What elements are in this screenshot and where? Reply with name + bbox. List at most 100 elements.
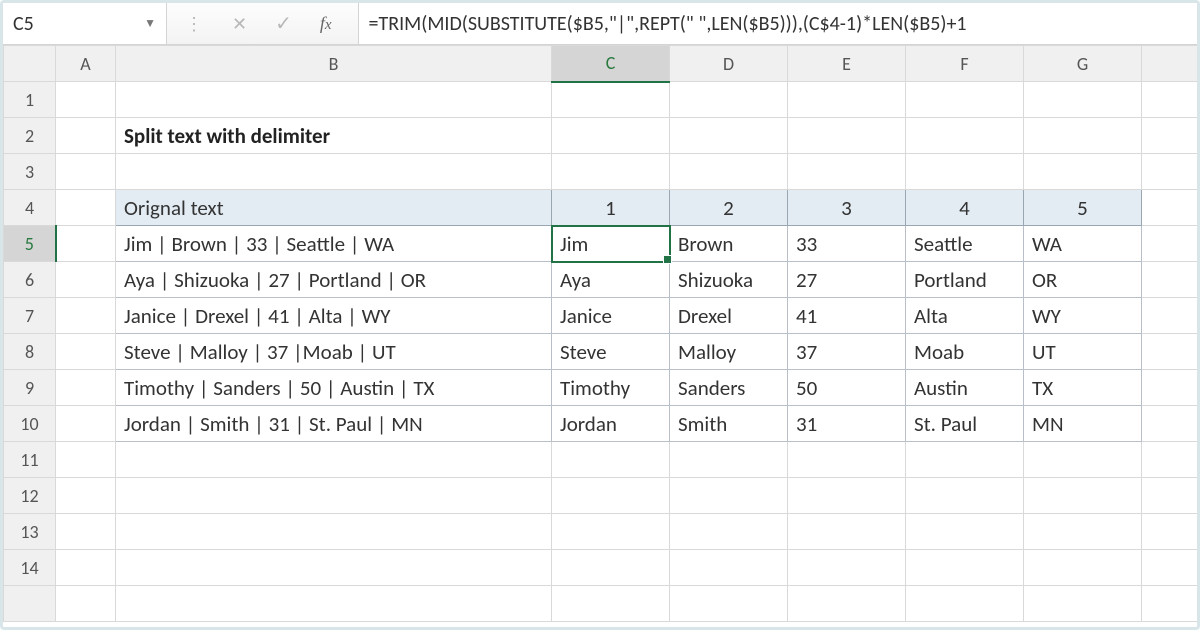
ellipsis-icon[interactable]: ⋮ [185, 13, 204, 35]
cell[interactable] [670, 154, 788, 190]
cell-B6[interactable]: Aya | Shizuoka | 27 | Portland | OR [116, 262, 552, 298]
cell[interactable] [56, 334, 116, 370]
cell-D6[interactable]: Shizuoka [670, 262, 788, 298]
cell[interactable] [670, 478, 788, 514]
worksheet[interactable]: A B C D E F G 1 2 Split text with delimi… [3, 45, 1197, 627]
cell[interactable] [906, 442, 1024, 478]
cell[interactable] [1142, 154, 1198, 190]
cell[interactable] [1142, 550, 1198, 586]
cell[interactable] [116, 478, 552, 514]
cell-D8[interactable]: Malloy [670, 334, 788, 370]
cell[interactable] [552, 514, 670, 550]
table-head-2[interactable]: 2 [670, 190, 788, 226]
table-head-5[interactable]: 5 [1024, 190, 1142, 226]
title-cell[interactable]: Split text with delimiter [116, 118, 552, 154]
cell[interactable] [906, 514, 1024, 550]
cell[interactable] [906, 82, 1024, 118]
cell[interactable] [788, 82, 906, 118]
cell[interactable] [788, 586, 906, 622]
cell-B10[interactable]: Jordan | Smith | 31 | St. Paul | MN [116, 406, 552, 442]
cell[interactable] [670, 442, 788, 478]
cell[interactable] [906, 118, 1024, 154]
row-9[interactable]: 9 [4, 370, 56, 406]
cell-C7[interactable]: Janice [552, 298, 670, 334]
cell[interactable] [56, 298, 116, 334]
row-13[interactable]: 13 [4, 514, 56, 550]
cell[interactable] [788, 154, 906, 190]
cell[interactable] [1024, 550, 1142, 586]
cell[interactable] [906, 550, 1024, 586]
cell-F6[interactable]: Portland [906, 262, 1024, 298]
cell[interactable] [1142, 262, 1198, 298]
cell[interactable] [56, 478, 116, 514]
cell[interactable] [552, 478, 670, 514]
cell-B5[interactable]: Jim | Brown | 33 | Seattle | WA [116, 226, 552, 262]
cell[interactable] [1142, 190, 1198, 226]
cell[interactable] [1142, 82, 1198, 118]
col-F[interactable]: F [906, 46, 1024, 82]
cell[interactable] [906, 478, 1024, 514]
row-7[interactable]: 7 [4, 298, 56, 334]
row-10[interactable]: 10 [4, 406, 56, 442]
cell-F8[interactable]: Moab [906, 334, 1024, 370]
cell[interactable] [670, 550, 788, 586]
cancel-icon[interactable]: ✕ [232, 13, 247, 35]
cell[interactable] [116, 514, 552, 550]
cell-D7[interactable]: Drexel [670, 298, 788, 334]
select-all-corner[interactable] [4, 46, 56, 82]
cell[interactable] [906, 154, 1024, 190]
cell[interactable] [1024, 118, 1142, 154]
cell-G7[interactable]: WY [1024, 298, 1142, 334]
cell-E5[interactable]: 33 [788, 226, 906, 262]
cell[interactable] [56, 550, 116, 586]
cell[interactable] [56, 370, 116, 406]
cell[interactable] [56, 406, 116, 442]
cell-E6[interactable]: 27 [788, 262, 906, 298]
row-8[interactable]: 8 [4, 334, 56, 370]
row-14[interactable]: 14 [4, 550, 56, 586]
cell[interactable] [552, 154, 670, 190]
enter-icon[interactable]: ✓ [275, 11, 292, 36]
cell-D9[interactable]: Sanders [670, 370, 788, 406]
cell-E7[interactable]: 41 [788, 298, 906, 334]
cell-D10[interactable]: Smith [670, 406, 788, 442]
name-box[interactable]: C5 ▼ [3, 3, 167, 44]
cell[interactable] [670, 82, 788, 118]
cell[interactable] [116, 442, 552, 478]
cell-G5[interactable]: WA [1024, 226, 1142, 262]
row-6[interactable]: 6 [4, 262, 56, 298]
cell[interactable] [1142, 118, 1198, 154]
cell[interactable] [552, 442, 670, 478]
cell-C6[interactable]: Aya [552, 262, 670, 298]
cell[interactable] [1142, 370, 1198, 406]
cell-G8[interactable]: UT [1024, 334, 1142, 370]
cell[interactable] [552, 118, 670, 154]
cell-B9[interactable]: Timothy | Sanders | 50 | Austin | TX [116, 370, 552, 406]
row-11[interactable]: 11 [4, 442, 56, 478]
cell[interactable] [788, 550, 906, 586]
cell[interactable] [1142, 298, 1198, 334]
cell[interactable] [670, 586, 788, 622]
row-5[interactable]: 5 [4, 226, 56, 262]
table-head-original[interactable]: Orignal text [116, 190, 552, 226]
cell[interactable] [56, 190, 116, 226]
cell[interactable] [1024, 514, 1142, 550]
cell-D5[interactable]: Brown [670, 226, 788, 262]
cell[interactable] [788, 514, 906, 550]
cell[interactable] [1024, 82, 1142, 118]
cell[interactable] [1024, 586, 1142, 622]
cell[interactable] [670, 514, 788, 550]
cell[interactable] [56, 262, 116, 298]
formula-input[interactable]: =TRIM(MID(SUBSTITUTE($B5,"|",REPT(" ",LE… [359, 3, 1197, 44]
row-2[interactable]: 2 [4, 118, 56, 154]
col-C[interactable]: C [552, 46, 670, 82]
cell-C5[interactable]: Jim [552, 226, 670, 262]
cell[interactable] [788, 442, 906, 478]
cell-C10[interactable]: Jordan [552, 406, 670, 442]
cell-B8[interactable]: Steve | Malloy | 37 |Moab | UT [116, 334, 552, 370]
cell[interactable] [56, 586, 116, 622]
cell[interactable] [1142, 406, 1198, 442]
cell-C8[interactable]: Steve [552, 334, 670, 370]
col-B[interactable]: B [116, 46, 552, 82]
cell[interactable] [1142, 226, 1198, 262]
